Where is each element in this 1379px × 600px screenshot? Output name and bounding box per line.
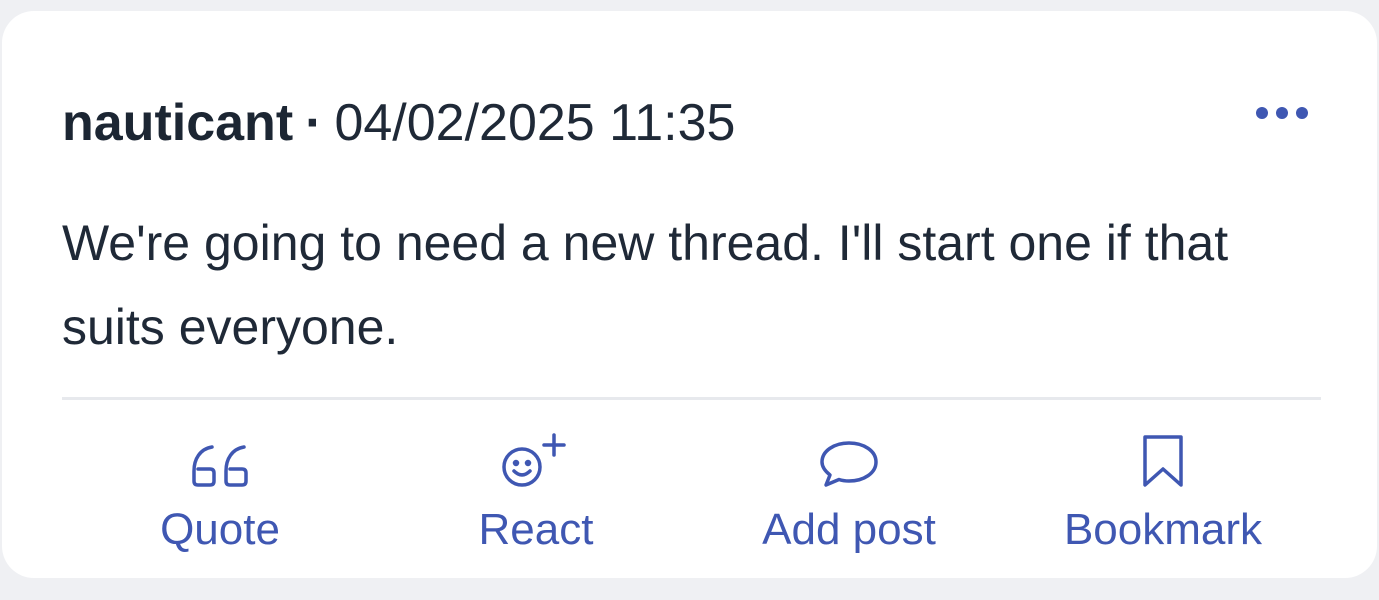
quote-button[interactable]: Quote [150,431,290,571]
header-separator: · [305,94,323,152]
bookmark-button[interactable]: Bookmark [1046,431,1280,571]
quote-label: Quote [160,505,280,554]
post-timestamp[interactable]: 04/02/2025 11:35 [334,93,735,153]
react-label: React [478,505,594,554]
more-options-button[interactable] [1250,93,1314,133]
bookmark-label: Bookmark [1063,505,1263,554]
divider [62,397,1321,400]
bookmark-icon [1143,435,1183,487]
post-author[interactable]: nauticant [62,93,293,153]
post-header: nauticant · 04/02/2025 11:35 [62,93,735,153]
post-card: nauticant · 04/02/2025 11:35 We're going… [2,11,1377,578]
quote-icon [192,445,248,487]
ellipsis-icon [1256,107,1308,119]
add-post-label: Add post [762,505,936,554]
react-smiley-icon [502,433,566,487]
speech-bubble-icon [820,441,878,487]
add-post-button[interactable]: Add post [744,431,954,571]
post-actions-bar: Quote React Add post Bookmark [62,431,1321,571]
post-body: We're going to need a new thread. I'll s… [62,215,1229,355]
react-button[interactable]: React [466,431,606,571]
